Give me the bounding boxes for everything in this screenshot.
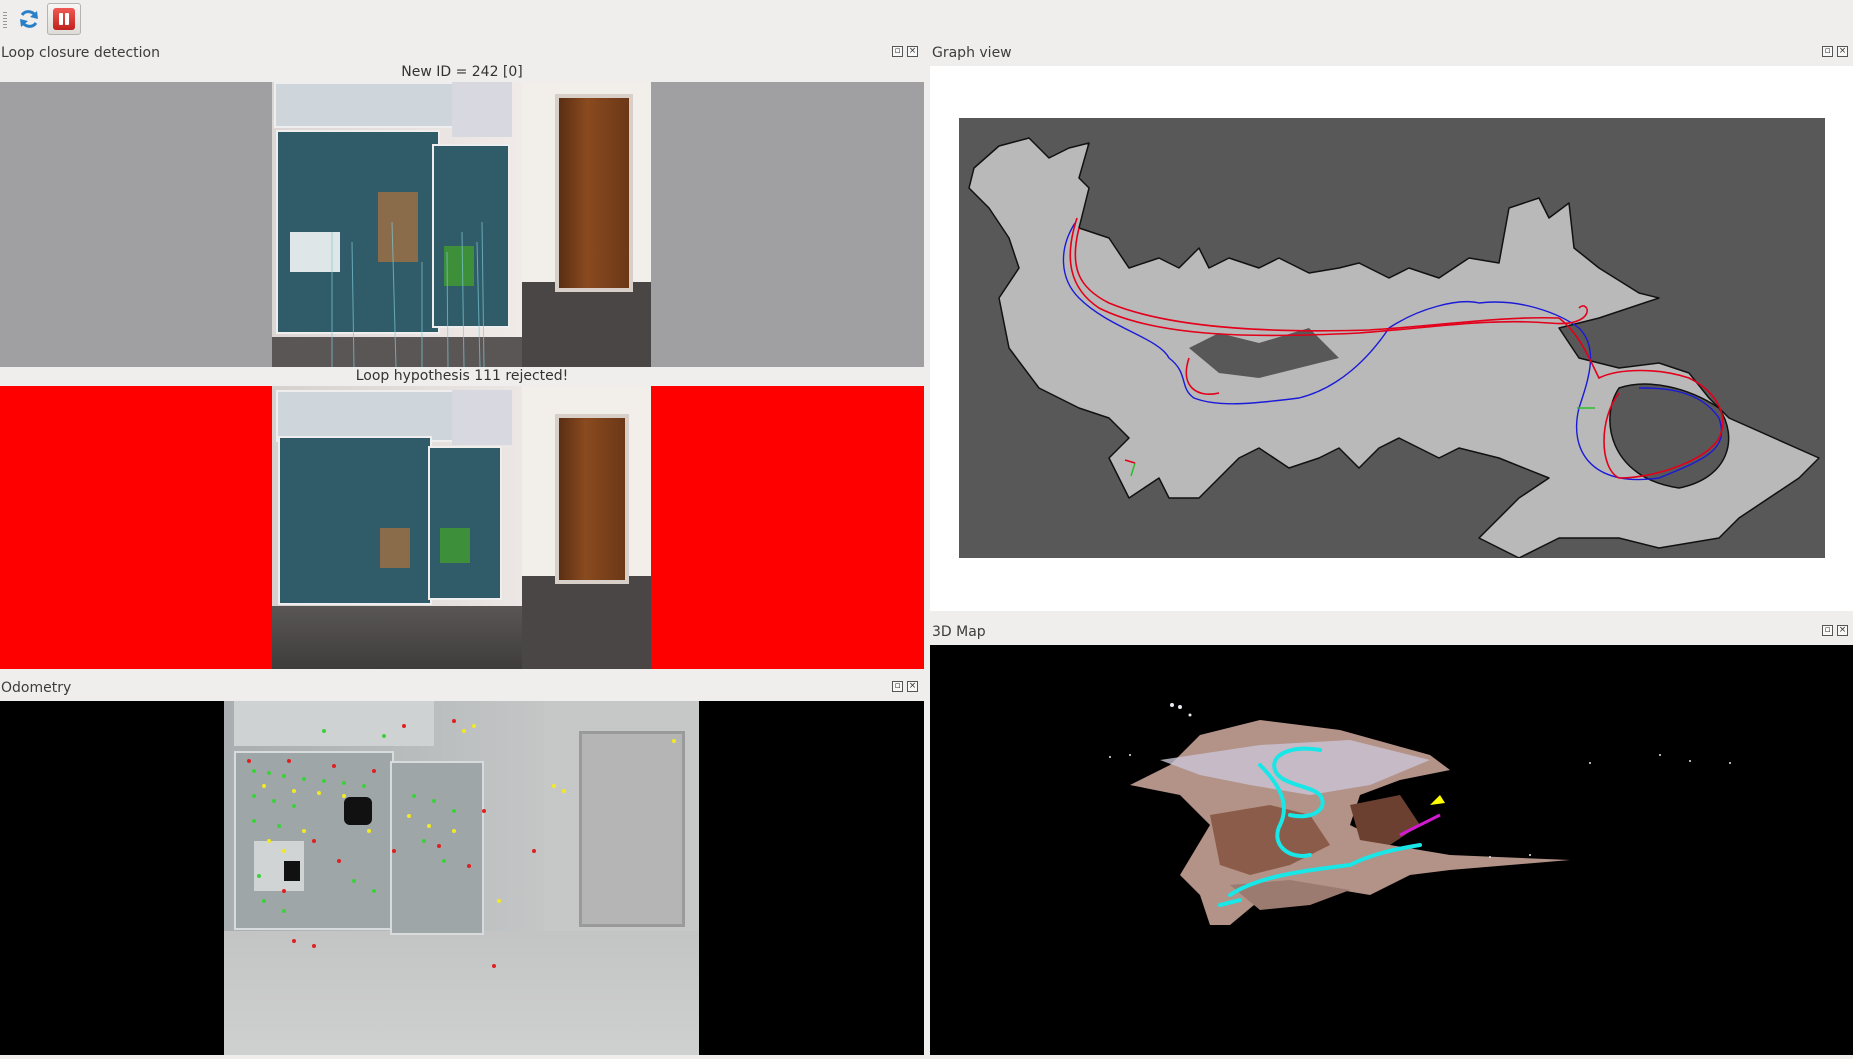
graph-view-dock-buttons: ▫ ×: [1822, 46, 1848, 60]
graph-view-dock-title: Graph view: [932, 45, 1012, 61]
float-dock-icon[interactable]: ▫: [892, 46, 903, 57]
map3d-dock-buttons: ▫ ×: [1822, 625, 1848, 639]
float-dock-icon[interactable]: ▫: [1822, 625, 1833, 636]
feature-correspondence-lines: [331, 221, 485, 367]
float-dock-icon[interactable]: ▫: [892, 681, 903, 692]
close-dock-icon[interactable]: ×: [1837, 46, 1848, 57]
new-signature-image: [272, 82, 651, 367]
occupancy-grid-drawing: [968, 137, 1820, 559]
odometry-view: [0, 701, 924, 1055]
main-toolbar: [0, 0, 1853, 40]
close-dock-icon[interactable]: ×: [907, 681, 918, 692]
close-dock-icon[interactable]: ×: [1837, 625, 1848, 636]
odometry-dock-title: Odometry: [1, 680, 72, 696]
loop-hypothesis-label: Loop hypothesis 111 rejected!: [355, 368, 569, 384]
loop-closure-dock-title: Loop closure detection: [1, 45, 160, 61]
pause-button[interactable]: [47, 3, 81, 35]
loop-closure-dock-buttons: ▫ ×: [892, 46, 918, 60]
odometry-feature-image: [224, 701, 699, 1055]
loop-hypothesis-image: [272, 386, 651, 669]
map3d-dock-title: 3D Map: [932, 624, 986, 640]
toolbar-grip-icon[interactable]: [3, 12, 7, 28]
odometry-dock-buttons: ▫ ×: [892, 681, 918, 695]
close-dock-icon[interactable]: ×: [907, 46, 918, 57]
point-cloud-3d-view[interactable]: [930, 645, 1853, 1055]
new-id-label: New ID = 242 [0]: [401, 64, 523, 80]
refresh-icon: [20, 10, 38, 28]
occupancy-grid-map[interactable]: [959, 118, 1825, 559]
float-dock-icon[interactable]: ▫: [1822, 46, 1833, 57]
refresh-button[interactable]: [12, 3, 46, 35]
pause-icon: [53, 8, 75, 30]
point-cloud-drawing: [1109, 703, 1731, 925]
